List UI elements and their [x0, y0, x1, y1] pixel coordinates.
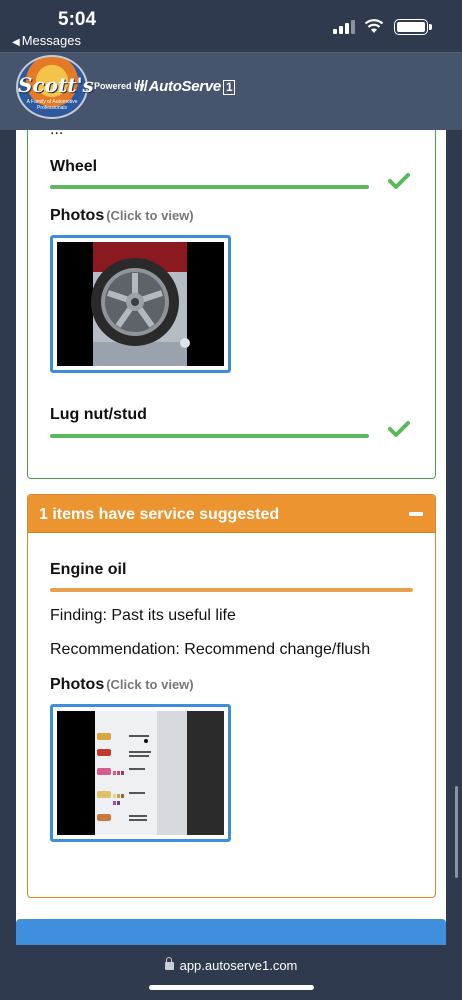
- brand-name: AutoServe: [148, 78, 222, 95]
- app-header: Scott's A Family of Automotive Professio…: [0, 52, 462, 130]
- url-display[interactable]: app.autoserve1.com: [0, 957, 462, 973]
- logo-text: Scott's: [18, 73, 94, 97]
- status-time: 5:04: [58, 9, 97, 30]
- logo-subtext: A Family of Automotive Professionals: [26, 99, 78, 111]
- wheel-photo-thumbnail[interactable]: [50, 235, 231, 373]
- wheel-photo: [57, 242, 224, 366]
- home-indicator[interactable]: [149, 985, 314, 990]
- battery-icon: [394, 19, 432, 35]
- wifi-icon: [364, 19, 384, 33]
- cut-off-text: ...: [50, 130, 63, 139]
- back-arrow-icon: ◀: [12, 37, 20, 48]
- page-scrollbar[interactable]: [455, 786, 458, 878]
- cellular-signal-icon: [333, 20, 355, 34]
- engine-oil-status-bar: [50, 588, 413, 592]
- back-label: Messages: [21, 33, 81, 48]
- engine-oil-photo-thumbnail[interactable]: [50, 704, 231, 842]
- engine-oil-photos-label: Photos (Click to view): [50, 676, 194, 694]
- inspection-content: ... Wheel Photos(Click to view): [16, 130, 446, 945]
- check-icon: [388, 421, 410, 437]
- photos-label-text: Photos: [50, 207, 105, 224]
- wheel-photos-label: Photos (Click to view): [50, 207, 194, 225]
- fluid-chart-image-icon: [57, 711, 224, 835]
- recommendation-text: Recommendation: Recommend change/flush: [50, 641, 371, 658]
- lug-nut-status-bar: [50, 434, 369, 438]
- lock-icon: [164, 957, 174, 970]
- wheel-status-bar: [50, 185, 369, 189]
- photos-hint: (Click to view): [106, 208, 194, 223]
- back-to-messages-link[interactable]: ◀ Messages: [12, 33, 81, 48]
- service-suggested-header[interactable]: 1 items have service suggested: [28, 495, 435, 533]
- brand-slash-icon: ///: [136, 78, 148, 95]
- service-suggested-card: 1 items have service suggested Engine oi…: [27, 494, 436, 898]
- check-icon: [388, 173, 410, 189]
- item-title-engine-oil: Engine oil: [50, 561, 127, 578]
- fluid-chart-photo: [57, 711, 224, 835]
- photos-hint: (Click to view): [106, 677, 194, 692]
- url-text: app.autoserve1.com: [179, 958, 298, 973]
- finding-text: Finding: Past its useful life: [50, 607, 236, 624]
- item-title-wheel: Wheel: [50, 158, 98, 175]
- scotts-logo[interactable]: Scott's A Family of Automotive Professio…: [16, 55, 94, 119]
- collapse-minus-icon[interactable]: [409, 512, 423, 516]
- wheel-image-icon: [57, 242, 224, 366]
- blue-action-button[interactable]: [16, 919, 446, 945]
- photos-label-text: Photos: [50, 676, 105, 693]
- service-suggested-title: 1 items have service suggested: [39, 506, 280, 523]
- brand-number: 1: [222, 80, 236, 95]
- autoserve-brand: ///AutoServe 1: [136, 78, 236, 95]
- item-title-lug-nut: Lug nut/stud: [50, 406, 147, 423]
- status-bar: 5:04 ◀ Messages: [0, 0, 462, 52]
- safari-address-bar[interactable]: app.autoserve1.com: [0, 945, 462, 1000]
